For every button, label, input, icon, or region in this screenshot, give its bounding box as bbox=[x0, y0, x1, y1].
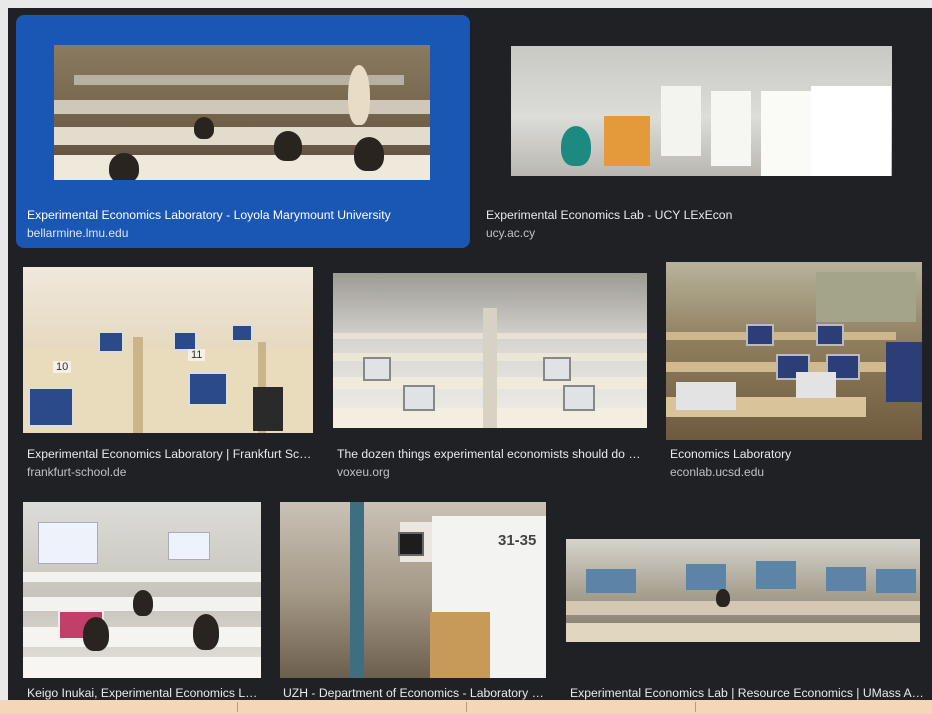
result-title[interactable]: Experimental Economics Lab - UCY LExEcon bbox=[486, 208, 906, 222]
result-image-ucsd[interactable] bbox=[666, 262, 922, 440]
result-title[interactable]: Experimental Economics Laboratory - Loyo… bbox=[27, 208, 457, 222]
result-card-lmu[interactable]: Experimental Economics Laboratory - Loyo… bbox=[16, 15, 470, 248]
result-title[interactable]: Experimental Economics Lab | Resource Ec… bbox=[570, 686, 924, 700]
result-card-umass[interactable]: Experimental Economics Lab | Resource Ec… bbox=[560, 497, 924, 700]
result-source[interactable]: frankfurt-school.de bbox=[27, 465, 126, 479]
result-image-ucy[interactable] bbox=[511, 46, 892, 176]
desk-number-11: 11 bbox=[188, 349, 206, 361]
result-title[interactable]: Keigo Inukai, Experimental Economics L… bbox=[27, 686, 265, 700]
desk-number-10: 10 bbox=[53, 361, 72, 373]
result-source[interactable]: bellarmine.lmu.edu bbox=[27, 226, 128, 240]
result-title[interactable]: Experimental Economics Laboratory | Fran… bbox=[27, 447, 313, 461]
result-card-ucy[interactable]: Experimental Economics Lab - UCY LExEcon… bbox=[474, 15, 920, 248]
result-image-uzh[interactable]: 31-35 bbox=[280, 502, 546, 678]
result-image-keigo[interactable] bbox=[23, 502, 261, 678]
result-card-frankfurt[interactable]: 10 11 Experimental Economics Laboratory … bbox=[16, 262, 321, 487]
result-source[interactable]: econlab.ucsd.edu bbox=[670, 465, 764, 479]
result-title[interactable]: UZH - Department of Economics - Laborato… bbox=[283, 686, 547, 700]
result-card-keigo[interactable]: Keigo Inukai, Experimental Economics L… bbox=[16, 497, 270, 700]
result-image-lmu[interactable] bbox=[54, 45, 430, 180]
result-image-voxeu[interactable] bbox=[333, 273, 647, 428]
image-results-page: Experimental Economics Laboratory - Loyo… bbox=[0, 0, 932, 714]
result-card-ucsd[interactable]: Economics Laboratory econlab.ucsd.edu bbox=[660, 262, 924, 487]
left-edge bbox=[0, 0, 8, 714]
result-title[interactable]: The dozen things experimental economists… bbox=[337, 447, 647, 461]
result-source[interactable]: voxeu.org bbox=[337, 465, 390, 479]
bottom-bar bbox=[0, 700, 932, 714]
top-edge bbox=[0, 0, 932, 8]
result-image-frankfurt[interactable]: 10 11 bbox=[23, 267, 313, 433]
room-number-label: 31-35 bbox=[498, 532, 537, 549]
result-source[interactable]: ucy.ac.cy bbox=[486, 226, 535, 240]
result-card-uzh[interactable]: 31-35 UZH - Department of Economics - La… bbox=[274, 497, 552, 700]
result-image-umass[interactable] bbox=[566, 539, 920, 642]
result-title[interactable]: Economics Laboratory bbox=[670, 447, 920, 461]
result-card-voxeu[interactable]: The dozen things experimental economists… bbox=[327, 262, 652, 487]
